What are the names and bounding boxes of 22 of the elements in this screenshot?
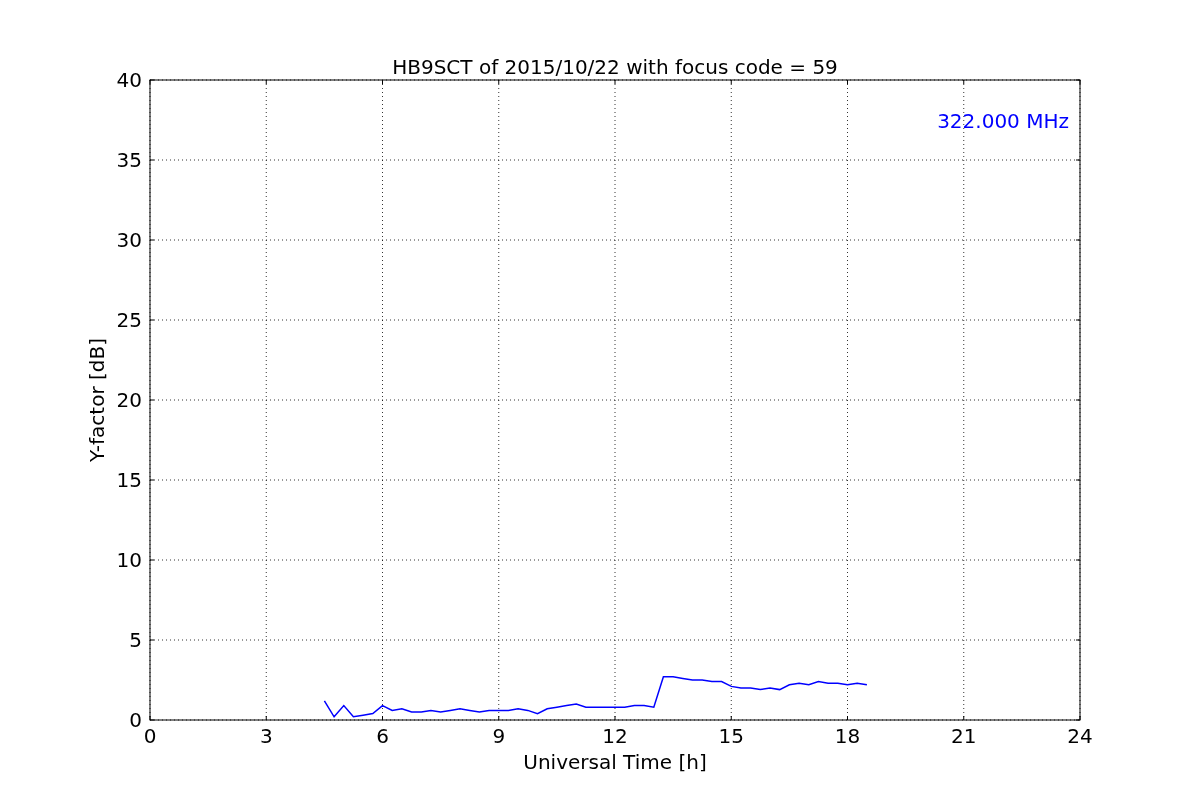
x-tick-label: 0 <box>143 724 157 748</box>
y-tick-label: 20 <box>116 388 142 412</box>
x-tick-label: 9 <box>492 724 506 748</box>
y-tick-label: 40 <box>116 68 142 92</box>
x-tick-label: 6 <box>376 724 389 748</box>
y-tick-label: 30 <box>116 228 142 252</box>
x-tick-label: 15 <box>718 724 744 748</box>
x-tick-label: 24 <box>1067 724 1093 748</box>
x-tick-label: 3 <box>259 724 273 748</box>
x-axis-label: Universal Time [h] <box>523 750 707 774</box>
y-tick-label: 15 <box>116 468 142 492</box>
x-tick-label: 18 <box>834 724 861 748</box>
x-tick-label: 12 <box>602 724 628 748</box>
y-tick-label: 5 <box>129 628 142 652</box>
y-tick-label: 10 <box>116 548 142 572</box>
y-tick-label: 35 <box>116 148 142 172</box>
chart-title: HB9SCT of 2015/10/22 with focus code = 59 <box>392 55 838 79</box>
series-label: 322.000 MHz <box>937 109 1069 133</box>
y-axis-label: Y-factor [dB] <box>85 338 109 462</box>
y-tick-label: 0 <box>129 708 142 732</box>
y-tick-label: 25 <box>116 308 142 332</box>
x-tick-label: 21 <box>951 724 977 748</box>
